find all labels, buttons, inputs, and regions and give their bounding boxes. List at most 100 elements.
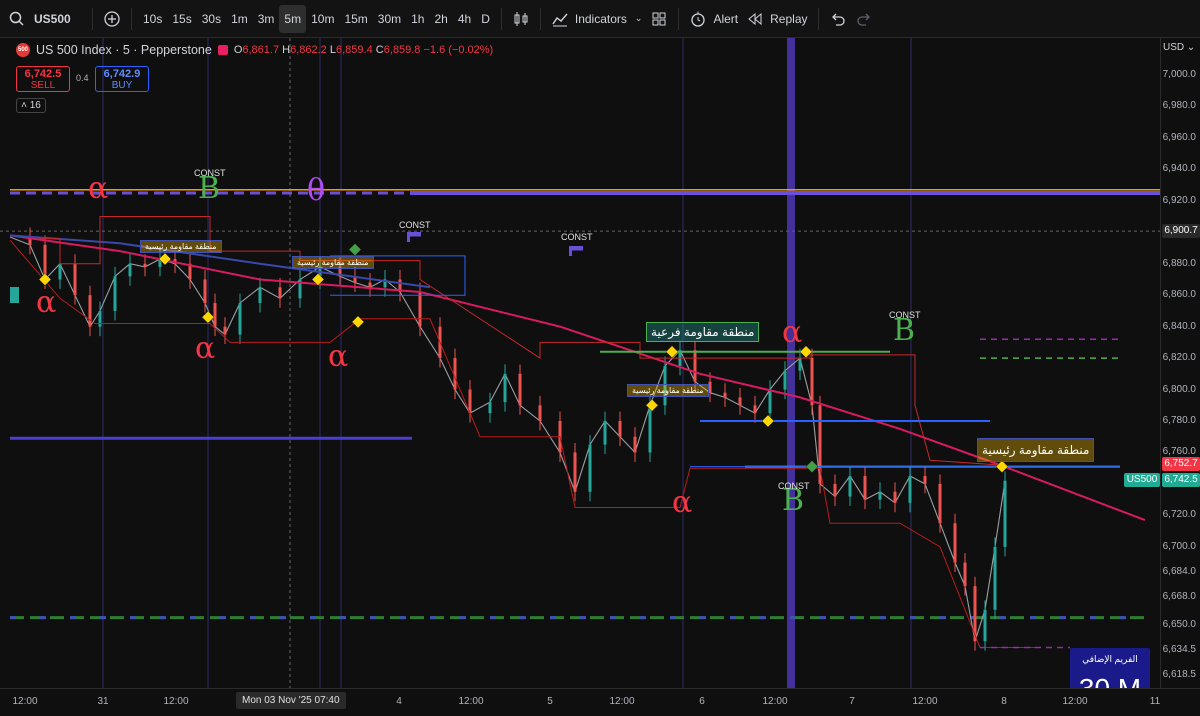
- alpha-marker: α: [195, 331, 216, 366]
- candle-body: [738, 397, 742, 406]
- candle-body: [938, 483, 942, 524]
- candle-body: [753, 405, 757, 414]
- candle-body: [983, 609, 987, 642]
- signal-diamond: [805, 460, 819, 473]
- interval-30m[interactable]: 30m: [373, 5, 406, 33]
- price-tick-label: 6,840.0: [1162, 320, 1196, 332]
- symbol-search-button[interactable]: US500: [0, 5, 86, 33]
- price-tag-red: 6,752.7: [1162, 456, 1200, 471]
- indicator-templates-button[interactable]: ⌄: [631, 5, 647, 33]
- candle-body: [810, 358, 814, 406]
- redo-button[interactable]: [851, 5, 877, 33]
- candle-body: [993, 546, 997, 610]
- price-tick-label: 6,920.0: [1162, 194, 1196, 206]
- candle-body: [258, 287, 262, 304]
- candle-body: [278, 287, 282, 299]
- search-icon: [9, 11, 24, 26]
- chart-type-button[interactable]: [508, 5, 534, 33]
- signal-diamond: [761, 414, 775, 428]
- interval-15s[interactable]: 15s: [167, 5, 196, 33]
- alpha-marker: α: [88, 171, 109, 206]
- time-tick-label: 12:00: [609, 696, 635, 707]
- candle-body: [833, 483, 837, 497]
- candle-body: [88, 295, 92, 327]
- compare-symbol-button[interactable]: [99, 5, 125, 33]
- candle-body: [708, 381, 712, 393]
- candles-icon: [514, 11, 528, 26]
- chart-pane[interactable]: 500 US 500 Index · 5 · Pepperstone O6,86…: [0, 38, 1160, 688]
- alpha-marker: α: [782, 315, 803, 350]
- divider: [539, 7, 541, 30]
- candle-body: [518, 373, 522, 406]
- const-label: CONST: [889, 310, 921, 320]
- time-tick-label: 12:00: [163, 696, 189, 707]
- price-tick-label: 6,960.0: [1162, 131, 1196, 143]
- alpha-marker: α: [36, 285, 57, 320]
- main-resistance-zone: منطقة مقاومة رئيسية: [292, 256, 374, 269]
- interval-1h[interactable]: 1h: [406, 5, 429, 33]
- symbol-price-label: US500: [1124, 472, 1160, 487]
- interval-selector: 10s 15s 30s 1m 3m 5m 10m 15m 30m 1h 2h 4h D: [138, 4, 495, 33]
- price-tick-label: 6,760.0: [1162, 446, 1196, 458]
- interval-15m[interactable]: 15m: [339, 5, 372, 33]
- interval-2h[interactable]: 2h: [429, 5, 452, 33]
- interval-10s[interactable]: 10s: [138, 5, 167, 33]
- signal-diamond: [645, 398, 659, 412]
- candle-body: [783, 370, 787, 390]
- price-tag-crosshair: 6,900.7: [1162, 224, 1200, 239]
- price-tag-last: 6,742.5: [1162, 472, 1200, 487]
- time-axis[interactable]: 12:00 31 12:00 4 12:00 5 12:00 6 12:00 7 12:00 8 12:…: [0, 688, 1200, 716]
- interval-4h[interactable]: 4h: [453, 5, 476, 33]
- candle-body: [538, 405, 542, 422]
- time-tick-label: 12:00: [458, 696, 484, 707]
- divider: [817, 7, 819, 30]
- signal-diamond: [201, 310, 215, 324]
- time-tick-label: 12:00: [762, 696, 788, 707]
- price-tick-label: 6,980.0: [1162, 100, 1196, 112]
- alert-button[interactable]: Alert: [685, 5, 742, 33]
- sell-button[interactable]: 6,742.5 SELL: [16, 66, 70, 92]
- interval-5m[interactable]: 5m: [279, 4, 307, 33]
- candle-body: [693, 350, 697, 382]
- interval-30s[interactable]: 30s: [197, 5, 226, 33]
- time-tick-label: 8: [1001, 696, 1007, 707]
- divider: [92, 7, 93, 30]
- price-chart-canvas[interactable]: [0, 38, 1160, 688]
- candle-body: [603, 421, 607, 445]
- undo-button[interactable]: [825, 5, 851, 33]
- interval-1m[interactable]: 1m: [226, 5, 253, 33]
- beta-marker: B: [198, 171, 221, 206]
- candle-body: [908, 476, 912, 503]
- price-tick-label: 6,668.0: [1162, 591, 1196, 603]
- flag-icon: [569, 246, 583, 256]
- time-tick-label: 5: [547, 696, 553, 707]
- price-tick-label: 6,780.0: [1162, 415, 1196, 426]
- legend-title[interactable]: US 500 Index · 5 · Pepperstone: [36, 43, 212, 57]
- divider: [678, 7, 680, 30]
- candle-body: [453, 358, 457, 390]
- price-tick-label: 6,650.0: [1162, 619, 1196, 631]
- replay-button[interactable]: Replay: [742, 5, 811, 33]
- layouts-button[interactable]: [646, 5, 672, 33]
- indicators-button[interactable]: Indicators: [547, 5, 631, 33]
- stepped-support-line: [9, 239, 1040, 648]
- chevron-down-icon: ⌄: [1186, 42, 1196, 53]
- divider: [500, 7, 502, 30]
- time-tick-label: 4: [396, 696, 402, 707]
- moving-average-magenta: [9, 234, 1146, 522]
- candle-body: [238, 303, 242, 335]
- interval-3m[interactable]: 3m: [253, 5, 280, 33]
- buy-button[interactable]: 6,742.9 BUY: [95, 66, 149, 92]
- candle-body: [203, 279, 207, 304]
- divider: [131, 7, 132, 30]
- alarm-clock-icon: [691, 11, 706, 27]
- currency-selector[interactable]: USD ⌄: [1163, 42, 1195, 53]
- interval-D[interactable]: D: [476, 5, 495, 33]
- collapse-indicators-button[interactable]: ˄ 16: [16, 98, 46, 113]
- price-axis[interactable]: USD ⌄ 7,000.0 6,980.0 6,960.0 6,940.0 6,920.…: [1160, 38, 1200, 688]
- candle-body: [73, 263, 77, 296]
- signal-diamond: [665, 345, 679, 359]
- time-tick-label: 7: [849, 696, 855, 707]
- price-tick-label: 6,880.0: [1162, 257, 1196, 269]
- interval-10m[interactable]: 10m: [306, 5, 339, 33]
